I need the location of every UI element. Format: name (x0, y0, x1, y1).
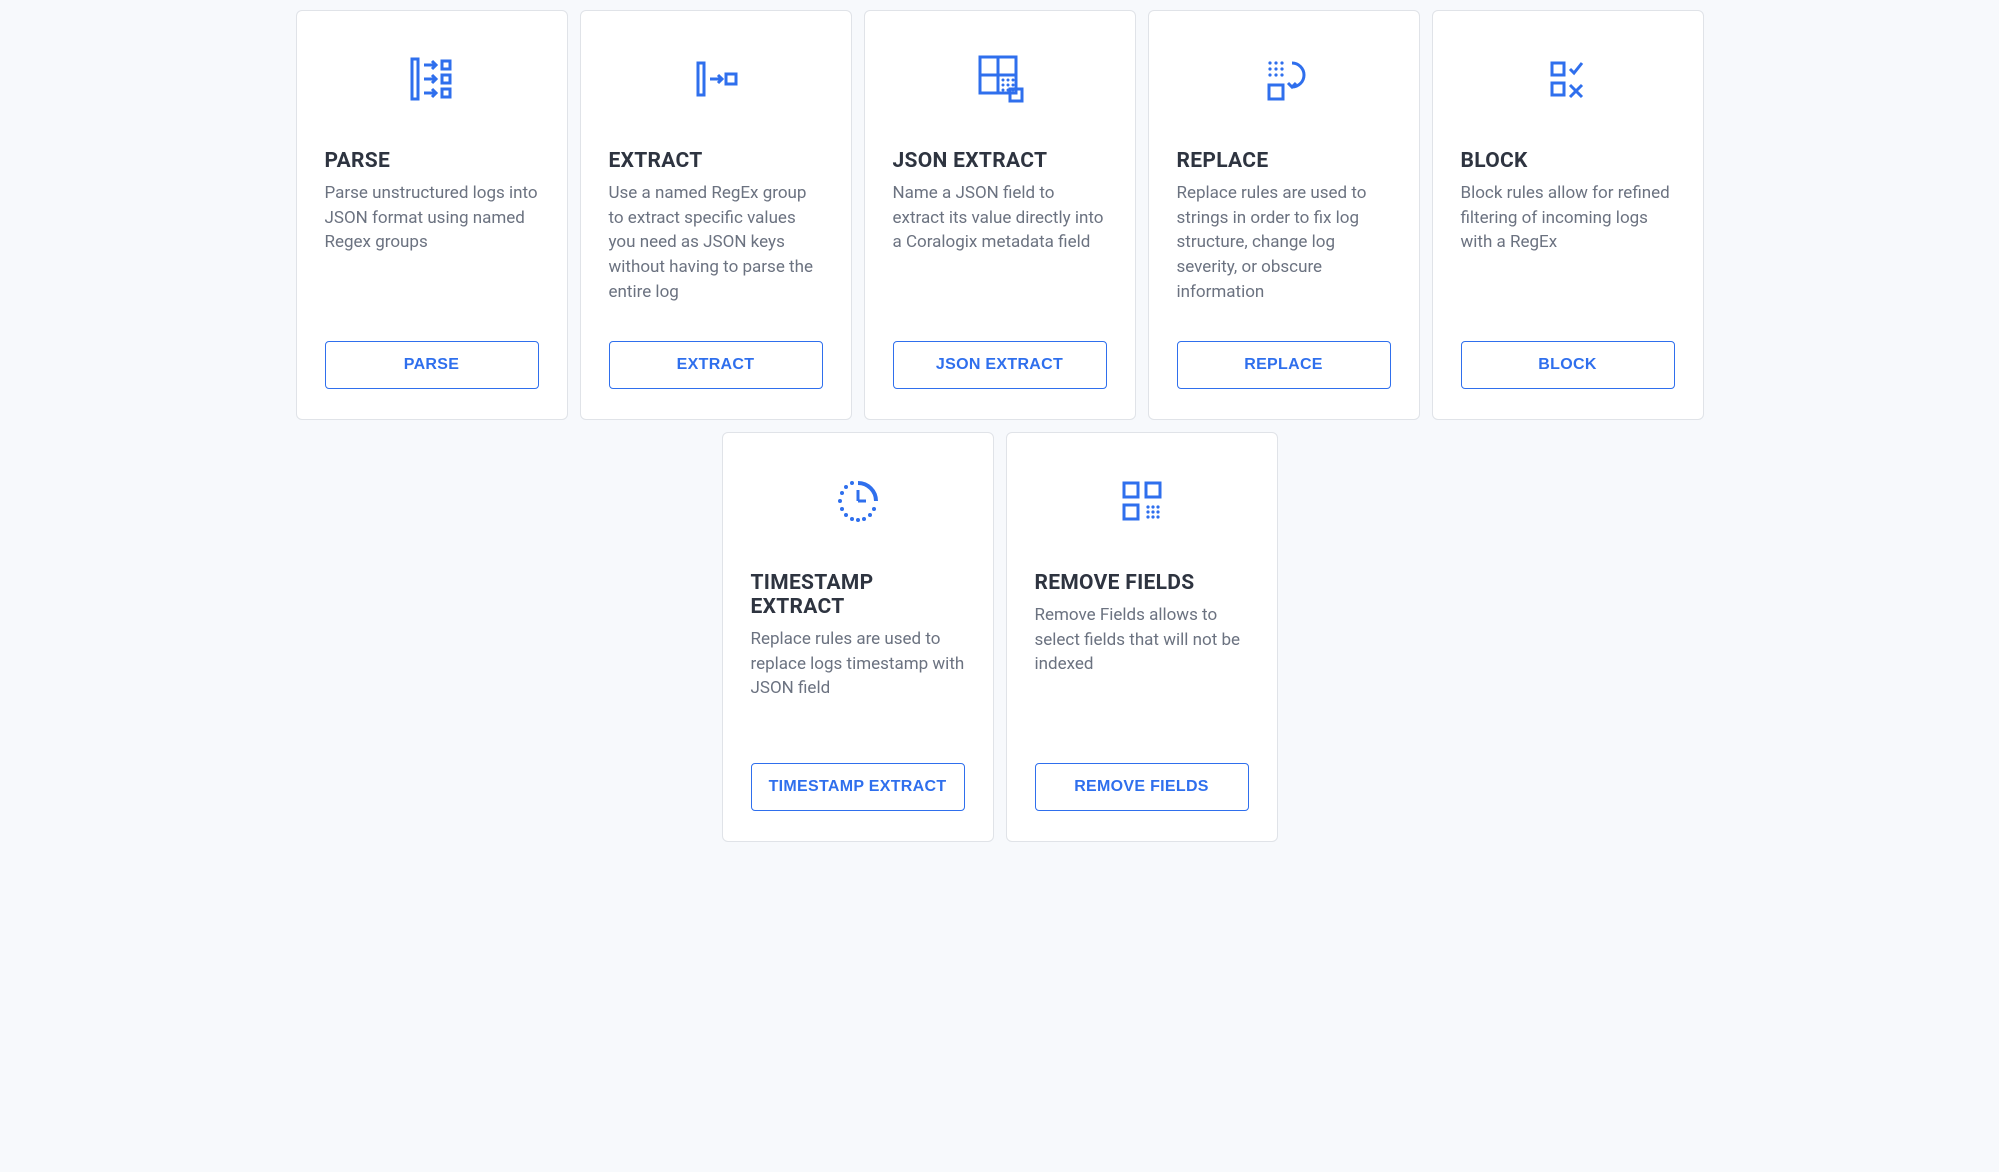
remove-fields-button[interactable]: REMOVE FIELDS (1035, 763, 1249, 811)
parse-button[interactable]: PARSE (325, 341, 539, 389)
card-description: Parse unstructured logs into JSON format… (325, 181, 539, 325)
replace-icon (1177, 49, 1391, 109)
card-description: Remove Fields allows to select fields th… (1035, 603, 1249, 747)
card-title: JSON EXTRACT (893, 149, 1107, 173)
card-title: REMOVE FIELDS (1035, 571, 1249, 595)
card-title: PARSE (325, 149, 539, 173)
card-remove-fields: REMOVE FIELDS Remove Fields allows to se… (1006, 432, 1278, 842)
card-description: Name a JSON field to extract its value d… (893, 181, 1107, 325)
card-replace: REPLACE Replace rules are used to string… (1148, 10, 1420, 420)
rule-type-grid: PARSE Parse unstructured logs into JSON … (275, 10, 1725, 842)
card-parse: PARSE Parse unstructured logs into JSON … (296, 10, 568, 420)
card-extract: EXTRACT Use a named RegEx group to extra… (580, 10, 852, 420)
card-title: TIMESTAMP EXTRACT (751, 571, 965, 619)
json-extract-icon (893, 49, 1107, 109)
block-icon (1461, 49, 1675, 109)
block-button[interactable]: BLOCK (1461, 341, 1675, 389)
json-extract-button[interactable]: JSON EXTRACT (893, 341, 1107, 389)
card-title: EXTRACT (609, 149, 823, 173)
card-block: BLOCK Block rules allow for refined filt… (1432, 10, 1704, 420)
card-title: REPLACE (1177, 149, 1391, 173)
card-title: BLOCK (1461, 149, 1675, 173)
card-json-extract: JSON EXTRACT Name a JSON field to extrac… (864, 10, 1136, 420)
extract-button[interactable]: EXTRACT (609, 341, 823, 389)
card-description: Block rules allow for refined filtering … (1461, 181, 1675, 325)
timestamp-extract-icon (751, 471, 965, 531)
card-timestamp-extract: TIMESTAMP EXTRACT Replace rules are used… (722, 432, 994, 842)
card-description: Replace rules are used to replace logs t… (751, 627, 965, 747)
card-description: Use a named RegEx group to extract speci… (609, 181, 823, 325)
timestamp-extract-button[interactable]: TIMESTAMP EXTRACT (751, 763, 965, 811)
extract-icon (609, 49, 823, 109)
card-description: Replace rules are used to strings in ord… (1177, 181, 1391, 325)
parse-icon (325, 49, 539, 109)
remove-fields-icon (1035, 471, 1249, 531)
replace-button[interactable]: REPLACE (1177, 341, 1391, 389)
